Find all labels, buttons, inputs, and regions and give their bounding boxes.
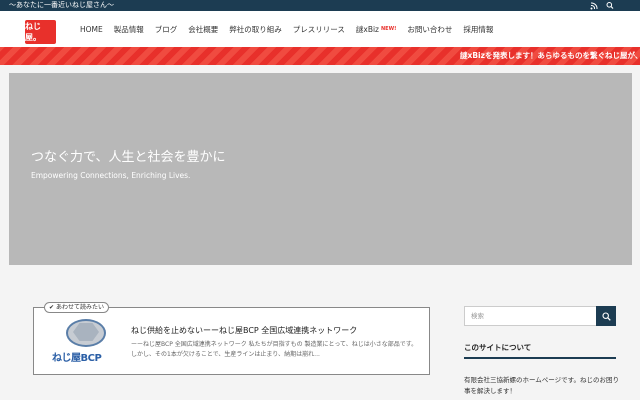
- related-tag-label: あわせて読みたい: [55, 304, 104, 311]
- nav-item-recruit[interactable]: 採用情報: [463, 24, 493, 35]
- search-icon[interactable]: [606, 0, 614, 11]
- thumbnail-brand: ねじ屋BCP: [52, 353, 102, 364]
- article-thumbnail[interactable]: ねじ屋BCP: [46, 319, 123, 364]
- nav-label: 製品情報: [113, 24, 144, 34]
- about-widget-text: 有限会社三協新螺のホームページです。ねじのお困り事を解決します！: [464, 376, 620, 395]
- nav-label: 弊社の取り組み: [229, 24, 282, 34]
- article-title[interactable]: ねじ供給を止めないーーねじ屋BCP 全国広域連携ネットワーク: [131, 325, 357, 336]
- search-input[interactable]: [465, 307, 597, 325]
- nav-label: 会社概要: [188, 24, 219, 34]
- site-header: ねじ屋。 HOME 製品情報 ブログ 会社概要 弊社の取り組み プレスリリース …: [0, 11, 640, 47]
- related-tag: ✔ あわせて読みたい: [44, 302, 109, 313]
- hero-title: つなぐ力で、人生と社会を豊かに: [31, 150, 226, 165]
- search-button[interactable]: [596, 306, 616, 326]
- logo-text: ねじ屋。: [25, 22, 41, 42]
- nav-label: 採用情報: [463, 24, 494, 34]
- check-icon: ✔: [49, 304, 55, 311]
- nav-item-contact[interactable]: お問い合わせ: [407, 24, 452, 35]
- ticker-text[interactable]: 謎xBizを発表します！あらゆるものを繋ぐねじ屋が、「謎: [460, 47, 640, 65]
- nav-item-nazo-biz[interactable]: 謎xBiz NEW!: [356, 24, 397, 35]
- site-tagline: 〜あなたに一番近いねじ屋さん〜: [9, 1, 114, 9]
- nav-label: HOME: [80, 24, 103, 34]
- about-widget-title: このサイトについて: [464, 342, 616, 359]
- main-nav: HOME 製品情報 ブログ 会社概要 弊社の取り組み プレスリリース 謎xBiz…: [80, 11, 504, 47]
- nav-item-products[interactable]: 製品情報: [114, 24, 144, 35]
- site-logo[interactable]: ねじ屋。: [25, 20, 56, 44]
- article-excerpt: ーーねじ屋BCP 全国広域連携ネットワーク 私たちが目指すもの 製造業にとって、…: [131, 341, 418, 358]
- related-article-card[interactable]: ✔ あわせて読みたい ねじ屋BCP ねじ供給を止めないーーねじ屋BCP 全国広域…: [33, 302, 430, 375]
- nav-item-company[interactable]: 会社概要: [188, 24, 218, 35]
- nav-label: ブログ: [154, 24, 178, 34]
- new-badge: NEW!: [381, 26, 397, 32]
- nav-label: 謎xBiz: [355, 24, 379, 34]
- nav-label: プレスリリース: [292, 24, 345, 34]
- sidebar-search: [464, 306, 616, 326]
- search-icon: [601, 311, 611, 321]
- rss-icon[interactable]: [590, 0, 598, 11]
- hero-banner: つなぐ力で、人生と社会を豊かに Empowering Connections, …: [9, 73, 632, 265]
- nav-item-home[interactable]: HOME: [80, 25, 103, 34]
- nav-label: お問い合わせ: [407, 24, 453, 34]
- nav-item-press[interactable]: プレスリリース: [293, 24, 345, 35]
- nav-item-blog[interactable]: ブログ: [155, 24, 178, 35]
- news-ticker[interactable]: 謎xBizを発表します！あらゆるものを繋ぐねじ屋が、「謎: [0, 47, 640, 65]
- top-bar: 〜あなたに一番近いねじ屋さん〜: [0, 0, 640, 11]
- nav-item-initiatives[interactable]: 弊社の取り組み: [229, 24, 282, 35]
- hero-subtitle: Empowering Connections, Enriching Lives.: [31, 171, 191, 180]
